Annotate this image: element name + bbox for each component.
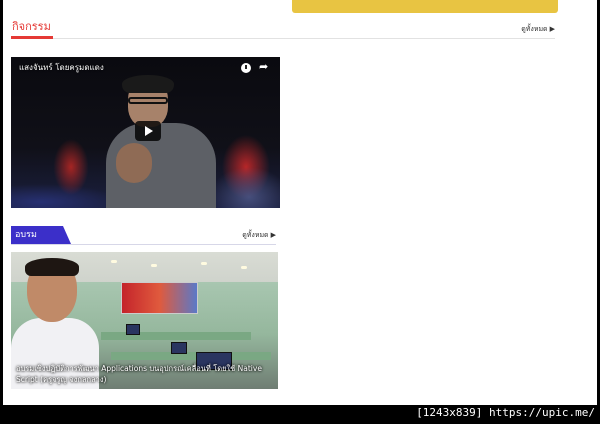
activity-see-all-label: ดูทั้งหมด	[521, 25, 548, 33]
training-section-title: อบรมสัมมนา	[11, 226, 71, 258]
video-thumbnail-person	[106, 75, 216, 208]
training-see-all-label: ดูทั้งหมด	[242, 231, 269, 239]
training-see-all-link[interactable]: ดูทั้งหมด ▶	[242, 231, 276, 240]
activity-see-all-link[interactable]: ดูทั้งหมด ▶	[521, 25, 555, 34]
watermark-text: [1243x839] https://upic.me/	[416, 406, 595, 419]
training-post-image[interactable]: อบรมเชิงปฏิบัติการพัฒนา Applications บนอ…	[11, 252, 278, 389]
training-banner	[121, 282, 198, 314]
arrow-right-icon: ▶	[270, 231, 276, 239]
training-post-caption[interactable]: อบรมเชิงปฏิบัติการพัฒนา Applications บนอ…	[16, 363, 272, 385]
activity-section-title: กิจกรรม	[11, 20, 53, 39]
arrow-right-icon: ▶	[549, 25, 555, 33]
video-player[interactable]: แสงจันทร์ โดยครูมดแดง ➦	[11, 57, 280, 208]
play-icon[interactable]	[135, 121, 161, 141]
top-banner-bar	[292, 0, 558, 13]
training-section-header: อบรมสัมมนา ดูทั้งหมด▶	[11, 226, 276, 258]
video-title[interactable]: แสงจันทร์ โดยครูมดแดง	[19, 63, 104, 73]
activity-section-header: กิจกรรม ดูทั้งหมด ▶	[11, 20, 555, 39]
page: กิจกรรม ดูทั้งหมด ▶ แสงจันทร์ โดยครูมดแดง…	[3, 0, 597, 405]
clock-icon[interactable]	[241, 63, 251, 73]
share-icon[interactable]: ➦	[259, 61, 268, 73]
